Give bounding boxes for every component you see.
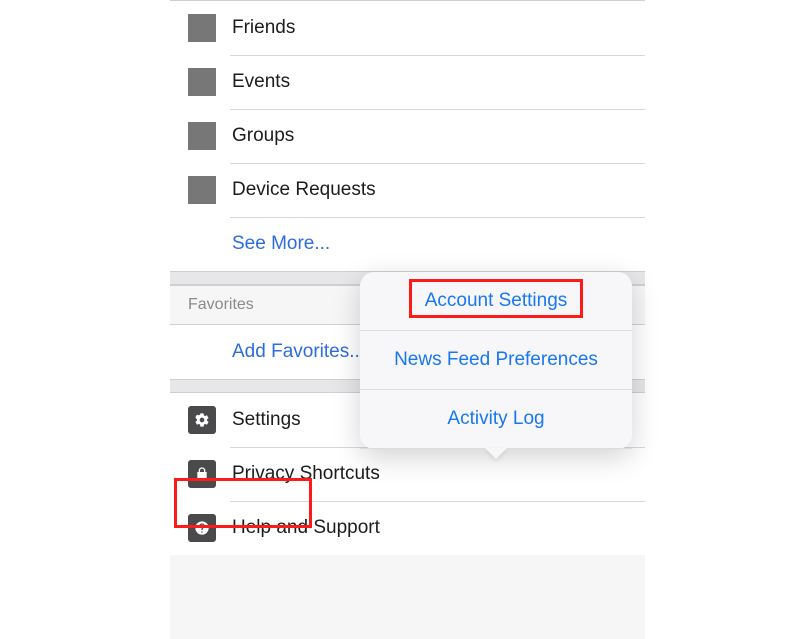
menu-item-label: Device Requests [232,179,376,201]
popover-tail [485,448,507,459]
see-more-link: See More... [232,233,330,255]
placeholder-icon [188,176,216,204]
popover-item-label: Account Settings [425,290,568,311]
menu-item-groups[interactable]: Groups [170,109,645,163]
menu-item-label: Events [232,71,290,93]
popover-item-account-settings[interactable]: Account Settings [360,272,632,331]
menu-item-label: Privacy Shortcuts [232,463,380,485]
menu-item-device-requests[interactable]: Device Requests [170,163,645,217]
popover-item-label: Activity Log [447,408,544,429]
question-icon [188,514,216,542]
menu-item-label: Settings [232,409,301,431]
menu-item-label: Friends [232,17,295,39]
menu-item-see-more[interactable]: See More... [170,217,645,271]
gear-icon [188,406,216,434]
menu-section: Friends Events Groups Device Requests Se… [170,1,645,271]
placeholder-icon [188,68,216,96]
menu-item-privacy-shortcuts[interactable]: Privacy Shortcuts [170,447,645,501]
popover-item-news-feed-preferences[interactable]: News Feed Preferences [360,331,632,390]
menu-item-help-support[interactable]: Help and Support [170,501,645,555]
placeholder-icon [188,14,216,42]
popover-item-activity-log[interactable]: Activity Log [360,390,632,449]
menu-item-label: Groups [232,125,294,147]
popover-item-label: News Feed Preferences [394,349,598,370]
settings-popover: Account Settings News Feed Preferences A… [360,272,632,449]
menu-item-friends[interactable]: Friends [170,1,645,55]
menu-item-events[interactable]: Events [170,55,645,109]
lock-icon [188,460,216,488]
menu-item-label: Help and Support [232,517,380,539]
add-favorites-link: Add Favorites... [232,341,365,363]
placeholder-icon [188,122,216,150]
